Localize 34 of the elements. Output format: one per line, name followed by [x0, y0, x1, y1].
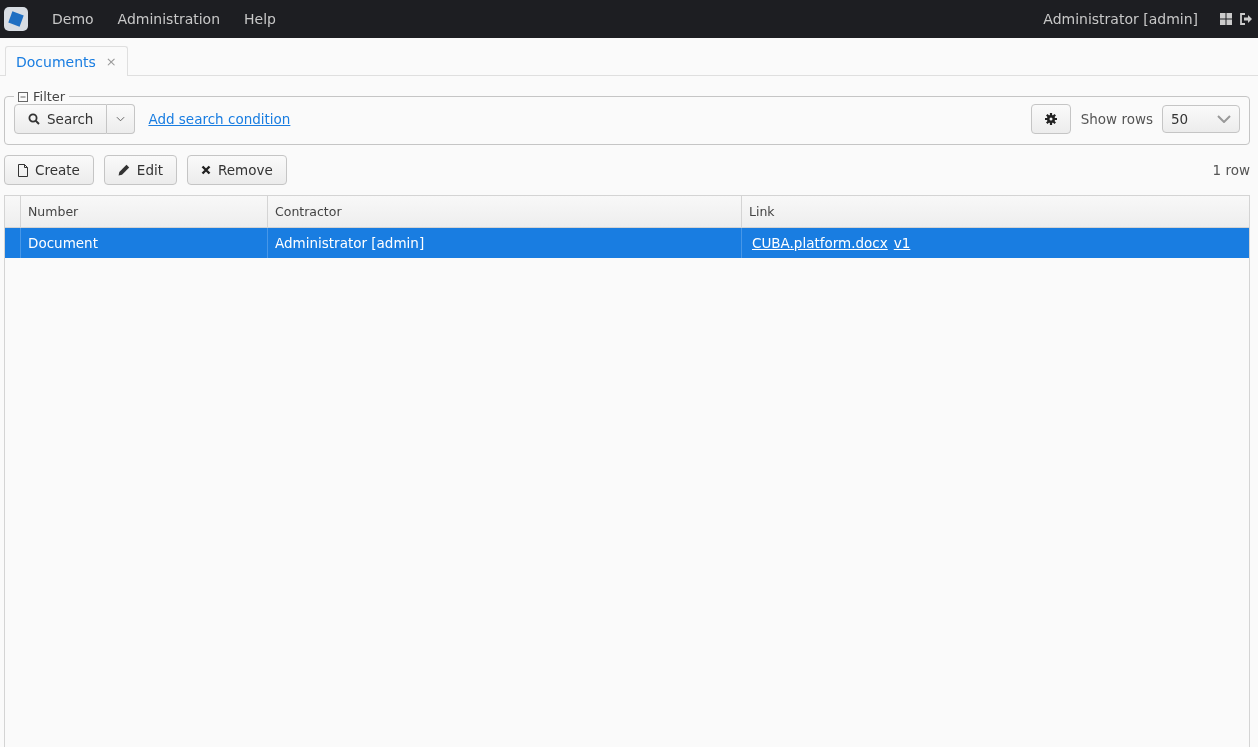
- column-header[interactable]: Link: [741, 196, 1249, 227]
- user-name: Administrator [admin]: [1043, 11, 1198, 27]
- search-icon: [28, 113, 40, 125]
- row-count: 1 row: [1212, 162, 1250, 178]
- filter-title: Filter: [33, 89, 66, 104]
- app-logo-icon[interactable]: [4, 7, 28, 31]
- caret-icon: [116, 116, 126, 122]
- show-rows-select[interactable]: 50: [1162, 105, 1240, 133]
- table-cell: Administrator [admin]: [267, 228, 741, 258]
- chevron-icon: [1217, 115, 1231, 123]
- file-link[interactable]: CUBA.platform.docx: [752, 235, 888, 251]
- create-button[interactable]: Create: [4, 155, 94, 185]
- collapse-icon[interactable]: [18, 91, 28, 102]
- remove-button[interactable]: Remove: [187, 155, 287, 185]
- settings-button[interactable]: [1030, 104, 1071, 134]
- edit-button[interactable]: Edit: [103, 155, 177, 185]
- menu-item[interactable]: Help: [232, 11, 288, 27]
- cross-icon: [201, 165, 211, 175]
- tab[interactable]: Documents ×: [5, 46, 128, 76]
- search-button[interactable]: Search: [14, 104, 108, 134]
- add-search-condition-link[interactable]: Add search condition: [148, 111, 291, 127]
- settings-icon: [1044, 113, 1057, 125]
- show-rows-label: Show rows: [1080, 111, 1153, 127]
- table-cell: Document: [20, 228, 267, 258]
- logout-icon[interactable]: [1240, 13, 1252, 25]
- table-row[interactable]: Document Administrator [admin] CUBA.platform.docx v1: [5, 228, 1249, 258]
- menu-item[interactable]: Demo: [40, 11, 106, 27]
- column-header[interactable]: Number: [20, 196, 267, 227]
- document-icon: [18, 163, 28, 177]
- grid-icon[interactable]: [1220, 13, 1232, 25]
- file-link[interactable]: v1: [893, 235, 911, 251]
- pencil-icon: [117, 164, 130, 176]
- column-header[interactable]: Contractor: [267, 196, 741, 227]
- menu-item[interactable]: Administration: [105, 11, 233, 27]
